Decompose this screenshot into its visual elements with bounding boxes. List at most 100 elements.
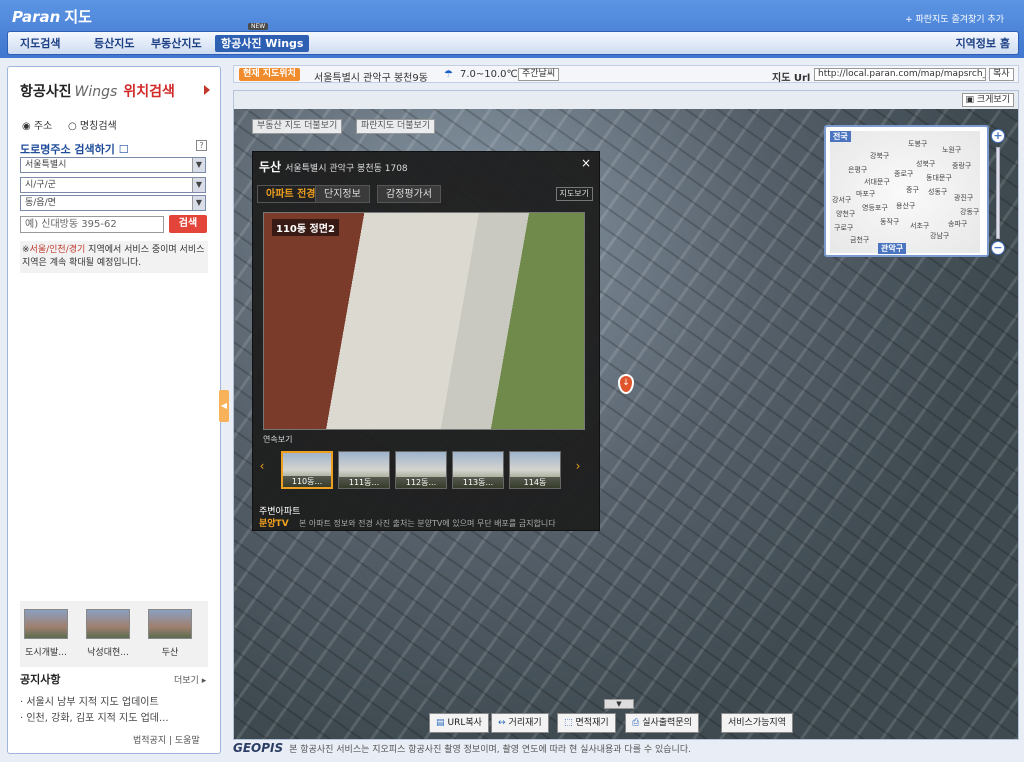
link-icon: ▤ — [436, 718, 445, 728]
district-label: 성북구 — [916, 160, 936, 168]
tab-appraisal[interactable]: 감정평가서 — [377, 185, 441, 203]
district-label: 중구 — [906, 186, 919, 194]
photo-strip: ‹ 110동... 111동... 112동... 113동... 114동 › — [257, 449, 595, 491]
district-label: 영등포구 — [862, 204, 888, 212]
address-input[interactable]: 예) 신대방동 395-62 — [20, 216, 164, 233]
district-label: 동대문구 — [926, 174, 952, 182]
district-select-value: 시/구/군 — [25, 180, 56, 190]
district-label: 동작구 — [880, 218, 900, 226]
zoom-in-icon[interactable]: + — [991, 129, 1005, 143]
continuous-view-label[interactable]: 연속보기 — [263, 434, 292, 445]
measure-distance-button[interactable]: ↔ 거리재기 — [491, 713, 549, 733]
help-icon[interactable]: ? — [196, 140, 207, 151]
strip-label: 112동... — [396, 477, 446, 488]
close-icon[interactable]: × — [581, 156, 591, 170]
popup-address: 서울특별시 관악구 봉천동 1708 — [285, 164, 408, 174]
area-label: 면적재기 — [575, 718, 609, 728]
road-address-search[interactable]: 도로명주소 검색하기 ☐ — [20, 141, 129, 157]
nearby-note: 본 아파트 정보와 전경 사진 출처는 분양TV에 있으며 무단 배포를 금지합… — [299, 519, 556, 528]
left-panel: 항공사진 Wings 위치검색 ◉ 주소 ○ 명칭검색 도로명주소 검색하기 ☐ ?… — [7, 66, 221, 754]
help-link[interactable]: 도움말 — [175, 736, 200, 746]
chevron-left-icon[interactable]: ‹ — [257, 459, 267, 479]
apartment-photo: 110동 정면2 — [263, 212, 585, 430]
thumbnail-label[interactable]: 도시개발... — [23, 645, 69, 658]
tab-complex-info[interactable]: 단지정보 — [315, 185, 370, 203]
thumbnail-label[interactable]: 두산 — [147, 645, 193, 658]
weather-icon: ☂ — [444, 69, 453, 80]
toolbar-toggle-icon[interactable]: ▼ — [604, 699, 634, 709]
url-copy-button[interactable]: ▤ URL복사 — [429, 713, 489, 733]
notice-more-link[interactable]: 더보기 ▸ — [174, 673, 206, 686]
city-select[interactable]: 서울특별시 ▼ — [20, 157, 206, 173]
chevron-down-icon: ▼ — [192, 178, 205, 192]
seoul-district-map[interactable]: 도봉구 강북구 노원구 은평구 성북구 중랑구 서대문구 종로구 동대문구 마포… — [830, 131, 980, 254]
district-select[interactable]: 시/구/군 ▼ — [20, 177, 206, 193]
strip-thumbnail[interactable]: 113동... — [452, 451, 504, 489]
district-label: 노원구 — [942, 146, 962, 154]
nav-aerial-wings[interactable]: 항공사진 Wings — [215, 35, 310, 52]
logo-brand: Paran — [12, 8, 61, 26]
radio-address[interactable]: ◉ 주소 — [22, 117, 52, 132]
aerial-map[interactable]: 부동산 지도 더불보기 파란지도 더불보기 두산 서울특별시 관악구 봉천동 17… — [234, 109, 1018, 739]
favorite-link[interactable]: + 파란지도 즐겨찾기 추가 — [905, 12, 1004, 25]
zoom-out-icon[interactable]: − — [991, 241, 1005, 255]
district-label: 은평구 — [848, 166, 868, 174]
notice-title: 공지사항 — [20, 673, 61, 686]
strip-thumbnail[interactable]: 114동 — [509, 451, 561, 489]
notice-item[interactable]: · 서울시 남부 지적 지도 업데이트 — [20, 693, 159, 708]
measure-area-button[interactable]: ⬚ 면적재기 — [557, 713, 616, 733]
header: Paran 지도 + 파란지도 즐겨찾기 추가 지도검색 등산지도 부동산지도 항… — [0, 0, 1024, 58]
dong-select[interactable]: 동/읍/면 ▼ — [20, 195, 206, 211]
checkbox-icon[interactable]: ☐ — [119, 143, 129, 156]
print-label: 실사출력문의 — [642, 718, 692, 728]
selected-district: 관악구 — [878, 243, 907, 254]
district-label: 서대문구 — [864, 178, 890, 186]
radio-empty-icon: ○ — [68, 121, 77, 132]
search-button[interactable]: 검색 — [169, 215, 207, 233]
realestate-overlay-button[interactable]: 부동산 지도 더불보기 — [252, 119, 343, 134]
road-search-label: 도로명주소 검색하기 — [20, 143, 115, 156]
nav-hiking-map[interactable]: 등산지도 — [94, 35, 134, 52]
current-location: 서울특별시 관악구 봉천9동 — [314, 73, 428, 84]
print-inquiry-button[interactable]: ⎙ 실사출력문의 — [625, 713, 699, 733]
big-view-button[interactable]: ▣ 크게보기 — [961, 93, 1014, 107]
zoom-slider[interactable] — [996, 147, 1000, 239]
copy-url-button[interactable]: 복사 — [989, 68, 1014, 81]
thumbnail-label[interactable]: 낙성대현... — [85, 645, 131, 658]
location-marker-icon[interactable]: ↓ — [618, 374, 634, 394]
paran-logo[interactable]: Paran 지도 — [12, 6, 92, 27]
minimap-region-badge[interactable]: 전국 — [830, 131, 851, 142]
photo-label: 110동 정면2 — [272, 219, 339, 236]
title-aerial: 항공사진 — [20, 84, 72, 100]
nav-realestate-map[interactable]: 부동산지도 — [151, 35, 202, 52]
apartment-popup: 두산 서울특별시 관악구 봉천동 1708 × 아파트 전경 단지정보 감정평가서… — [252, 151, 600, 531]
map-url-field[interactable]: http://local.paran.com/map/mapsrch_w — [814, 68, 986, 81]
nav-map-search[interactable]: 지도검색 — [20, 35, 60, 52]
radio-address-label: 주소 — [33, 121, 53, 132]
notice-item[interactable]: · 인천, 강화, 김포 지적 지도 업데... — [20, 709, 169, 724]
print-icon: ⎙ — [632, 718, 640, 728]
region-info-home[interactable]: 지역정보 홈 — [956, 35, 1010, 51]
chevron-right-icon[interactable]: › — [573, 459, 583, 479]
area-icon: ⬚ — [564, 718, 573, 728]
collapse-arrow-icon[interactable] — [204, 85, 210, 95]
map-view-button[interactable]: 지도보기 — [555, 187, 593, 201]
thumbnail-image[interactable] — [148, 609, 192, 639]
panel-toggle-arrow-icon[interactable]: ◀ — [219, 390, 229, 422]
panel-title: 항공사진 Wings 위치검색 — [20, 81, 175, 101]
thumbnail-image[interactable] — [24, 609, 68, 639]
service-area-button[interactable]: 서비스가능지역 — [721, 713, 793, 733]
radio-name-search[interactable]: ○ 명칭검색 — [68, 117, 117, 132]
paran-overlay-button[interactable]: 파란지도 더불보기 — [356, 119, 436, 134]
strip-thumbnail[interactable]: 112동... — [395, 451, 447, 489]
footer-note: 본 항공사진 서비스는 지오피스 항공사진 촬영 정보이며, 촬영 연도에 따라… — [289, 745, 691, 755]
thumbnail-image[interactable] — [86, 609, 130, 639]
radio-checked-icon: ◉ — [22, 121, 31, 132]
chevron-down-icon: ▼ — [192, 196, 205, 210]
strip-thumbnail[interactable]: 110동... — [281, 451, 333, 489]
weekly-weather-button[interactable]: 주간날씨 — [518, 68, 560, 81]
mini-map[interactable]: 도봉구 강북구 노원구 은평구 성북구 중랑구 서대문구 종로구 동대문구 마포… — [824, 125, 989, 257]
strip-thumbnail[interactable]: 111동... — [338, 451, 390, 489]
legal-link[interactable]: 법적공지 — [133, 736, 166, 746]
info-bar: 현재 지도위치 서울특별시 관악구 봉천9동 ☂ 7.0~10.0℃ 주간날씨 … — [233, 65, 1019, 84]
